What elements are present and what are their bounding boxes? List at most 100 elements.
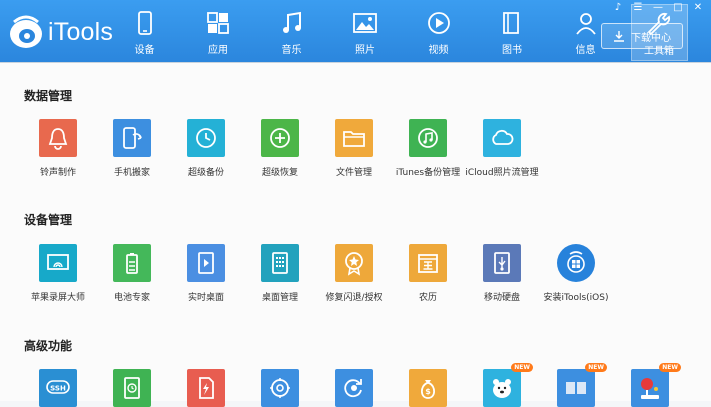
tool-super-backup[interactable]: 超级备份 <box>169 119 243 178</box>
tool-itunes-backup[interactable]: iTunes备份管理 <box>391 119 465 178</box>
tool-icon-bg <box>261 119 299 157</box>
tool-live-desktop[interactable]: 实时桌面 <box>169 244 243 303</box>
tool-icon-bg <box>39 119 77 157</box>
app-logo: iTools <box>8 14 113 50</box>
tool-ssh[interactable]: SSH <box>21 369 95 407</box>
document-clock-icon <box>124 377 140 399</box>
bell-icon <box>48 128 68 150</box>
tool-advanced-3[interactable] <box>169 369 243 407</box>
nav-video[interactable]: 视频 <box>410 0 467 62</box>
nav-label: 设备 <box>134 45 155 56</box>
tool-mobile-drive[interactable]: 移动硬盘 <box>465 244 539 303</box>
tool-lunar-calendar[interactable]: 农历 <box>391 244 465 303</box>
new-badge: NEW <box>511 363 533 372</box>
tool-label: 电池专家 <box>113 293 150 303</box>
tool-label: 超级恢复 <box>261 168 298 178</box>
tool-advanced-8[interactable]: NEW <box>539 363 613 407</box>
tool-icon-bg <box>113 119 151 157</box>
nav-label: 视频 <box>428 45 449 56</box>
settings-icon <box>270 378 290 398</box>
tool-file-manager[interactable]: 文件管理 <box>317 119 391 178</box>
nav-music[interactable]: 音乐 <box>263 0 320 62</box>
tool-screen-recorder[interactable]: 苹果录屏大师 <box>21 244 95 303</box>
tool-label: 实时桌面 <box>187 293 224 303</box>
download-center-button[interactable]: 下载中心 <box>601 23 683 49</box>
tool-advanced-2[interactable] <box>95 369 169 407</box>
top-bar: iTools 设备 应用 音乐 照片 视频 图书 信息 工具箱 ♪ ☰ — □ … <box>0 0 711 62</box>
maximize-icon[interactable]: □ <box>671 2 685 14</box>
itools-logo-icon <box>10 15 42 48</box>
user-icon <box>575 13 596 35</box>
tool-label: 安装iTools(iOS) <box>543 293 609 303</box>
restore-plus-icon <box>270 128 290 148</box>
tool-icon-bg <box>39 244 77 282</box>
tool-super-restore[interactable]: 超级恢复 <box>243 119 317 178</box>
tool-icon-bg <box>261 244 299 282</box>
tool-advanced-9[interactable]: NEW <box>613 363 687 407</box>
clock-backup-icon <box>196 128 216 148</box>
tool-icon-bg <box>483 244 521 282</box>
music-mini-icon[interactable]: ♪ <box>611 2 625 14</box>
tool-advanced-5[interactable] <box>317 369 391 407</box>
section-title-advanced: 高级功能 <box>24 339 73 353</box>
tool-label: 移动硬盘 <box>483 293 520 303</box>
apps-grid-icon <box>207 12 229 34</box>
ssh-icon: SSH <box>46 380 70 394</box>
phone-transfer-icon <box>123 127 142 149</box>
tool-install-itools-ios[interactable]: 安装iTools(iOS) <box>539 244 613 303</box>
book-icon <box>503 12 519 34</box>
download-icon <box>614 31 624 42</box>
flash-file-icon <box>199 377 214 399</box>
phone-icon <box>137 11 152 35</box>
cloud-icon <box>492 129 514 145</box>
nav-label: 音乐 <box>281 45 302 56</box>
app-name: iTools <box>48 17 114 46</box>
tool-icon-bg: SSH <box>39 369 77 407</box>
nav-label: 照片 <box>355 45 375 56</box>
tool-label: 修复闪退/授权 <box>325 293 383 303</box>
tool-label: 苹果录屏大师 <box>30 293 85 303</box>
tool-label: iCloud照片流管理 <box>465 168 539 178</box>
joystick-icon <box>641 378 659 399</box>
tool-ringtone[interactable]: 铃声制作 <box>21 119 95 178</box>
tool-fix-crash[interactable]: 修复闪退/授权 <box>317 244 391 303</box>
tool-icon-bg <box>187 119 225 157</box>
tool-icon-bg <box>113 369 151 407</box>
tool-advanced-7[interactable]: NEW <box>465 363 539 407</box>
tool-label: 铃声制作 <box>39 168 76 178</box>
tool-icon-bg <box>187 244 225 282</box>
tool-label: 文件管理 <box>335 168 372 178</box>
nav-label: 信息 <box>575 45 596 56</box>
tool-desktop-manager[interactable]: 桌面管理 <box>243 244 317 303</box>
tool-icon-bg: NEW <box>631 363 681 407</box>
download-center-label: 下载中心 <box>631 32 671 44</box>
tool-icon-bg <box>335 119 373 157</box>
music-note-icon <box>282 11 301 33</box>
menu-icon[interactable]: ☰ <box>631 2 645 14</box>
itools-install-icon <box>567 251 585 273</box>
tool-phone-transfer[interactable]: 手机搬家 <box>95 119 169 178</box>
tool-icon-bg: NEW <box>557 363 607 407</box>
nav-device[interactable]: 设备 <box>116 0 173 62</box>
refresh-gear-icon <box>344 379 362 398</box>
folder-icon <box>343 131 365 147</box>
bear-icon <box>493 379 511 398</box>
nav-photos[interactable]: 照片 <box>337 0 394 62</box>
tool-label: 桌面管理 <box>261 293 298 303</box>
tool-advanced-6[interactable]: $ <box>391 369 465 407</box>
close-icon[interactable]: ✕ <box>691 2 705 14</box>
nav-books[interactable]: 图书 <box>484 0 541 62</box>
tool-advanced-4[interactable] <box>243 369 317 407</box>
tool-battery-expert[interactable]: 电池专家 <box>95 244 169 303</box>
minimize-icon[interactable]: — <box>651 2 665 14</box>
itunes-icon <box>418 128 438 148</box>
nav-apps[interactable]: 应用 <box>190 0 247 62</box>
tool-icloud-photostream[interactable]: iCloud照片流管理 <box>465 119 539 178</box>
tool-icon-bg <box>483 119 521 157</box>
section-title-data: 数据管理 <box>24 89 73 103</box>
new-badge: NEW <box>659 363 681 372</box>
tool-icon-bg <box>113 244 151 282</box>
nav-label: 图书 <box>502 45 522 56</box>
tool-icon-bg <box>409 119 447 157</box>
ssh-label: SSH <box>50 385 66 393</box>
